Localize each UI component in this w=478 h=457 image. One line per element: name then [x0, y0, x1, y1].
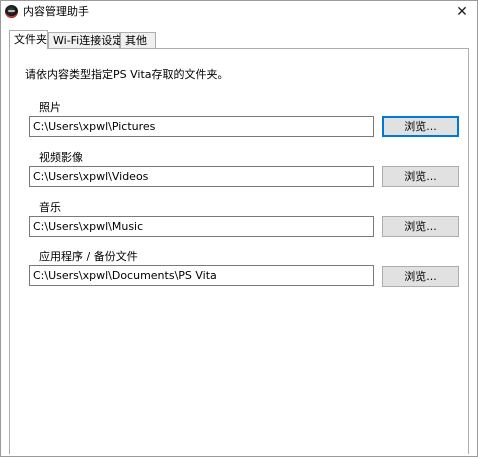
- tab-folders[interactable]: 文件夹: [9, 30, 48, 49]
- instruction-text: 请依内容类型指定PS Vita存取的文件夹。: [25, 68, 229, 81]
- videos-path-input[interactable]: [29, 166, 374, 187]
- applications-backup-path-input[interactable]: [29, 265, 374, 286]
- title-bar[interactable]: 内容管理助手 ✕: [1, 1, 477, 23]
- photos-browse-button[interactable]: 浏览...: [382, 116, 459, 137]
- music-label: 音乐: [39, 201, 61, 214]
- app-logo-icon: [5, 5, 18, 18]
- applications-backup-browse-button[interactable]: 浏览...: [382, 266, 459, 287]
- close-button[interactable]: ✕: [451, 2, 473, 22]
- tab-other[interactable]: 其他: [120, 32, 156, 48]
- photos-label: 照片: [39, 101, 61, 114]
- videos-browse-button[interactable]: 浏览...: [382, 166, 459, 187]
- app-window: 内容管理助手 ✕ 文件夹 Wi-Fi连接设定 其他 请依内容类型指定PS Vit…: [0, 0, 478, 457]
- photos-path-input[interactable]: [29, 116, 374, 137]
- music-browse-button[interactable]: 浏览...: [382, 216, 459, 237]
- music-path-input[interactable]: [29, 216, 374, 237]
- videos-label: 视频影像: [39, 151, 83, 164]
- window-title: 内容管理助手: [23, 5, 89, 18]
- applications-backup-label: 应用程序 / 备份文件: [39, 250, 138, 263]
- tab-wifi-settings[interactable]: Wi-Fi连接设定: [48, 32, 123, 48]
